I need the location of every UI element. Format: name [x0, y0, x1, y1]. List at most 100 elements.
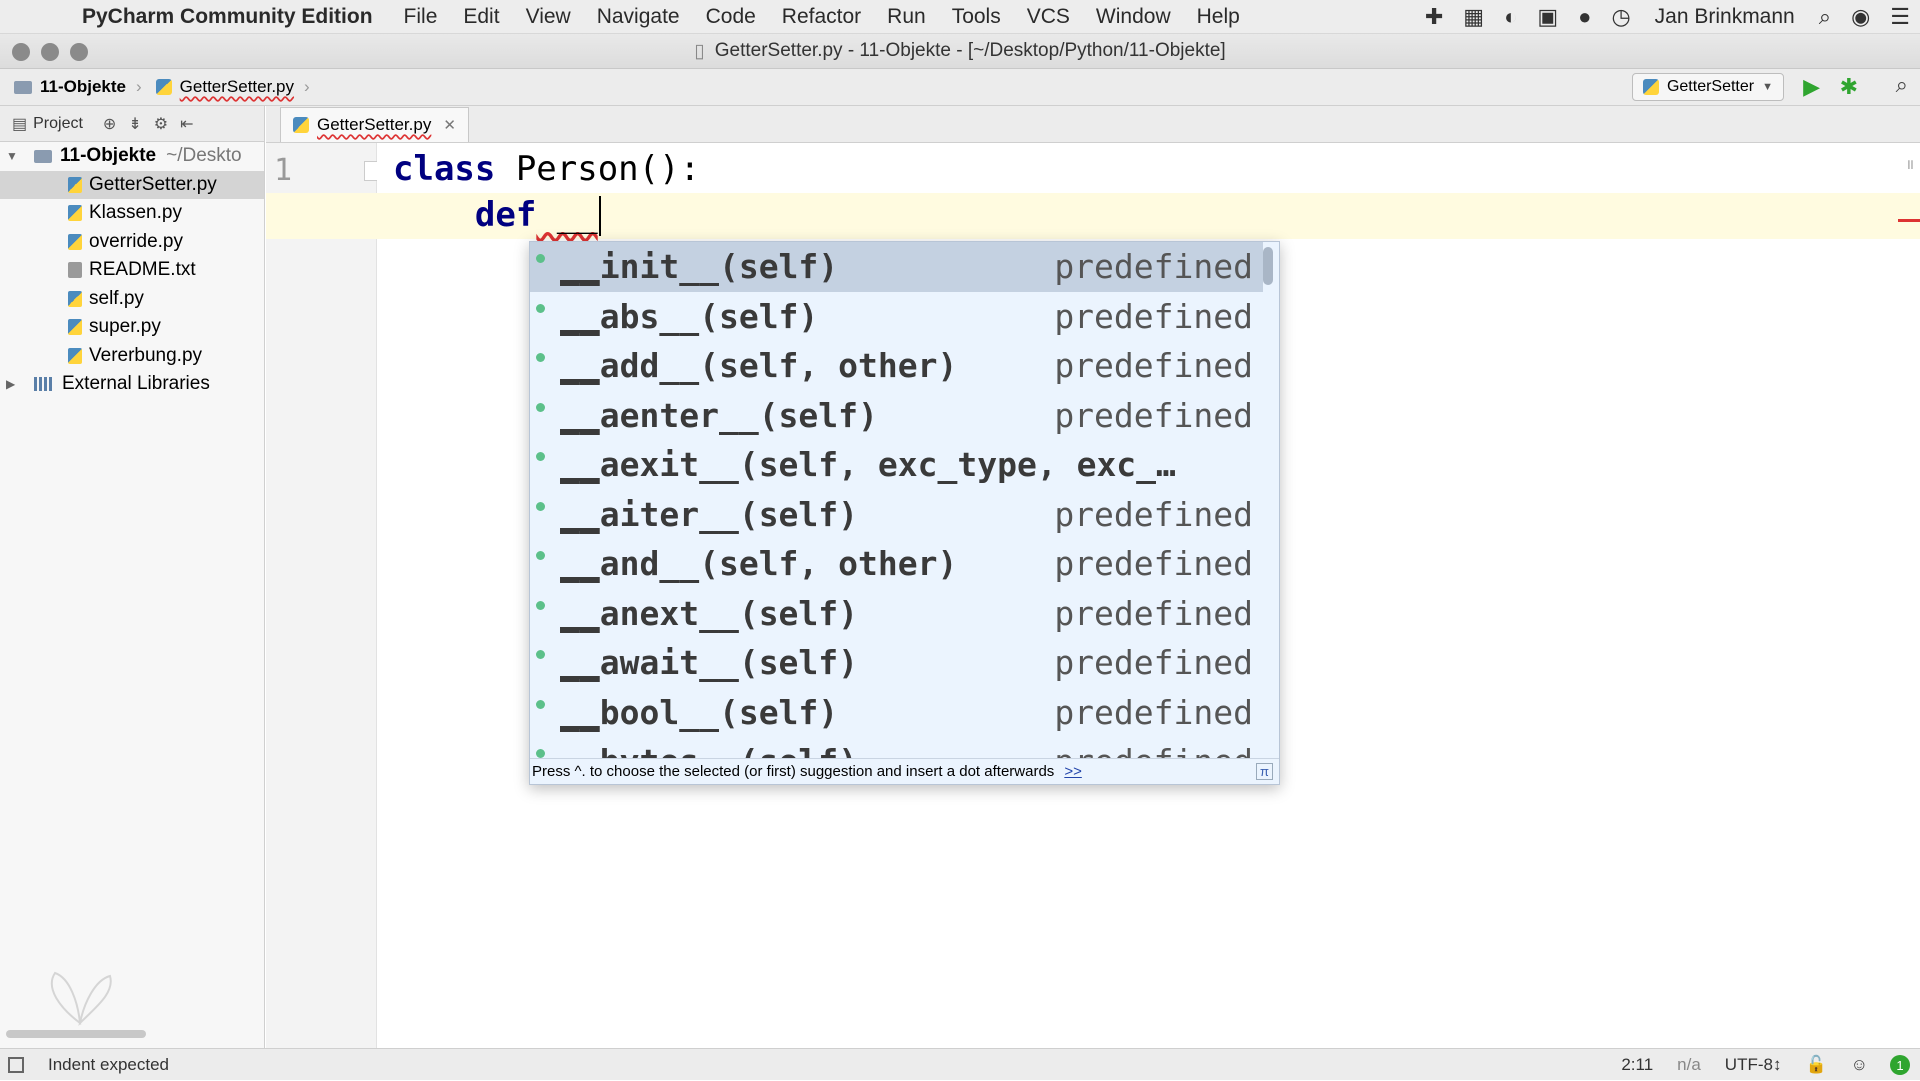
breadcrumb-project[interactable]: 11-Objekte › [14, 77, 142, 97]
tree-file-row[interactable]: GetterSetter.py [0, 170, 264, 199]
time-machine-icon[interactable]: ◷ [1611, 4, 1630, 30]
python-file-icon [1642, 79, 1659, 95]
settings-gear-icon[interactable]: ⚙ [154, 114, 168, 134]
completion-type: predefined [1054, 593, 1253, 633]
tree-root-folder[interactable]: ▼ 11-Objekte ~/Deskto [0, 142, 264, 171]
root-folder-name: 11-Objekte [60, 145, 157, 167]
completion-name-rest: add__(self, other) [599, 346, 958, 386]
python-file-icon [68, 176, 82, 193]
run-configuration-select[interactable]: GetterSetter ▼ [1631, 73, 1784, 101]
completion-item[interactable]: __await__(self) predefined [530, 638, 1263, 688]
python-file-icon [68, 347, 82, 364]
menu-code[interactable]: Code [706, 5, 756, 29]
completion-item[interactable]: __bytes__(self) predefined [530, 737, 1263, 760]
tree-file-row[interactable]: README.txt [0, 256, 264, 285]
completion-item[interactable]: __aexit__(self, exc_type, exc_… [530, 440, 1263, 490]
hide-panel-icon[interactable]: ⇤ [180, 114, 193, 134]
menu-edit[interactable]: Edit [463, 5, 499, 29]
debug-bug-icon[interactable]: ✱ [1840, 74, 1858, 100]
tree-external-libraries[interactable]: ▶ External Libraries [0, 370, 264, 399]
cursor-position[interactable]: 2:11 [1621, 1055, 1653, 1075]
completion-name: __abs__(self) [560, 297, 818, 336]
root-folder-path: ~/Deskto [166, 145, 242, 167]
line-separator-status: n/a [1677, 1055, 1701, 1074]
pi-icon[interactable]: π [1256, 763, 1273, 780]
completion-scrollbar[interactable] [1263, 247, 1273, 285]
completion-item[interactable]: __anext__(self) predefined [530, 589, 1263, 639]
completion-hint-text: Press ^. to choose the selected (or firs… [532, 763, 1055, 780]
method-dot-icon [536, 353, 545, 362]
plus-cross-icon[interactable]: ✚ [1425, 4, 1443, 30]
close-window-button[interactable] [12, 43, 30, 61]
menu-window[interactable]: Window [1096, 5, 1171, 29]
project-view-select[interactable]: Project [33, 115, 83, 133]
leaf-icon[interactable]: ◐ [1504, 4, 1517, 30]
event-log-badge[interactable]: 1 [1890, 1055, 1910, 1075]
collapsed-triangle-icon[interactable]: ▶ [6, 377, 15, 391]
spotlight-search-icon[interactable]: ⌕ [1819, 4, 1831, 30]
expanded-triangle-icon[interactable]: ▼ [6, 149, 18, 163]
menu-navigate[interactable]: Navigate [597, 5, 680, 29]
horizontal-scrollbar[interactable] [6, 1030, 146, 1038]
code-line-1: class Person(): [393, 149, 700, 189]
tree-file-row[interactable]: Klassen.py [0, 199, 264, 228]
tree-file-row[interactable]: self.py [0, 285, 264, 314]
tree-file-row[interactable]: override.py [0, 228, 264, 257]
camera-icon[interactable]: ▣ [1537, 4, 1558, 30]
inspector-icon[interactable]: ☺ [1851, 1055, 1868, 1075]
completion-type: predefined [1054, 692, 1253, 732]
run-icon[interactable]: ▶ [1803, 74, 1820, 100]
notification-center-icon[interactable]: ☰ [1890, 4, 1910, 30]
clapper-icon[interactable]: ▦ [1463, 4, 1484, 30]
toggle-tool-windows-icon[interactable] [8, 1056, 24, 1073]
completion-name-rest: anext__(self) [599, 593, 859, 633]
menu-view[interactable]: View [526, 5, 571, 29]
collapse-all-icon[interactable]: ⇟ [128, 114, 141, 134]
class-declaration: Person(): [495, 149, 701, 189]
menu-vcs[interactable]: VCS [1027, 5, 1070, 29]
app-name-menu[interactable]: PyCharm Community Edition [82, 5, 373, 29]
python-file-icon [293, 117, 309, 133]
file-name: self.py [89, 287, 144, 309]
close-tab-icon[interactable]: ✕ [443, 116, 456, 134]
scroll-from-source-icon[interactable]: ⊕ [103, 114, 116, 134]
menu-tools[interactable]: Tools [952, 5, 1001, 29]
siri-icon[interactable]: ◉ [1851, 4, 1870, 30]
completion-type: predefined [1054, 395, 1253, 435]
user-name[interactable]: Jan Brinkmann [1655, 5, 1795, 29]
breadcrumb-file[interactable]: GetterSetter.py › [155, 77, 310, 97]
editor-pause-icon: ॥ [1905, 156, 1914, 172]
completion-name: __aenter__(self) [560, 396, 878, 435]
chat-bubble-icon[interactable]: ● [1578, 4, 1591, 30]
status-bar: Indent expected 2:11 n/a UTF-8↕ 🔓 ☺ 1 [0, 1048, 1920, 1080]
completion-item[interactable]: __bool__(self) predefined [530, 688, 1263, 738]
error-stripe-marker[interactable] [1898, 219, 1920, 222]
minimize-window-button[interactable] [41, 43, 59, 61]
file-encoding-select[interactable]: UTF-8↕ [1725, 1055, 1782, 1075]
completion-item[interactable]: __aiter__(self) predefined [530, 490, 1263, 540]
completion-item[interactable]: __init__(self) predefined [530, 242, 1263, 292]
completion-item[interactable]: __abs__(self) predefined [530, 292, 1263, 342]
completion-name-rest: init__(self) [599, 247, 839, 287]
completion-item[interactable]: __aenter__(self) predefined [530, 391, 1263, 441]
lock-icon[interactable]: 🔓 [1805, 1055, 1826, 1075]
completion-more-link[interactable]: >> [1064, 763, 1082, 780]
completion-type: predefined [1054, 544, 1253, 584]
window-title: GetterSetter.py - 11-Objekte - [~/Deskto… [714, 40, 1226, 61]
zoom-window-button[interactable] [70, 43, 88, 61]
search-everywhere-icon[interactable]: ⌕ [1896, 72, 1908, 98]
project-tree: ▼ 11-Objekte ~/Deskto GetterSetter.py Kl… [0, 142, 265, 1048]
menu-help[interactable]: Help [1197, 5, 1240, 29]
file-name: Vererbung.py [89, 344, 203, 366]
method-dot-icon [536, 749, 545, 758]
completion-type: predefined [1054, 296, 1253, 336]
tree-file-row[interactable]: Vererbung.py [0, 342, 264, 371]
dropdown-arrow-icon: ▼ [1762, 81, 1773, 93]
completion-item[interactable]: __and__(self, other) predefined [530, 539, 1263, 589]
menu-run[interactable]: Run [887, 5, 926, 29]
tree-file-row[interactable]: super.py [0, 313, 264, 342]
tab-gettersetter[interactable]: GetterSetter.py ✕ [280, 107, 469, 142]
menu-file[interactable]: File [404, 5, 438, 29]
menu-refactor[interactable]: Refactor [782, 5, 861, 29]
completion-item[interactable]: __add__(self, other) predefined [530, 341, 1263, 391]
